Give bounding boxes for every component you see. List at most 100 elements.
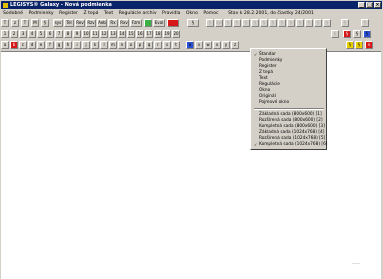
toolbar3-red-button[interactable]: b xyxy=(10,41,18,49)
toolbar3-button-14[interactable]: n xyxy=(118,41,126,49)
toolbar1-button-10[interactable]: Aeb xyxy=(97,19,107,27)
minimize-button[interactable]: _ xyxy=(358,2,365,8)
menu-z-tepa[interactable]: Z tepá xyxy=(83,11,98,16)
toolbar3-button-6[interactable]: f xyxy=(46,41,54,49)
toolbar3-button-5[interactable]: e xyxy=(37,41,45,49)
toolbar3-button-10[interactable]: j xyxy=(82,41,90,49)
toolbar1-button-23[interactable]: § xyxy=(269,19,277,27)
toolbar2-button-7[interactable]: 7 xyxy=(55,30,63,38)
toolbar3-button-4[interactable]: d xyxy=(28,41,36,49)
menu-podmienky[interactable]: Podmienky xyxy=(29,11,54,16)
menu-regulacie-archiv[interactable]: Regulácie archiv xyxy=(119,11,157,16)
toolbar2-button-15[interactable]: 15 xyxy=(127,30,135,38)
toolbar2-button-18[interactable]: 18 xyxy=(154,30,162,38)
toolbar2-button-5[interactable]: 5 xyxy=(37,30,45,38)
toolbar1-button-31[interactable]: § xyxy=(361,19,369,27)
toolbar1-button-18[interactable]: § xyxy=(224,19,232,27)
toolbar1-button-24[interactable]: § xyxy=(278,19,286,27)
toolbar1-button-7[interactable]: Tel xyxy=(64,19,74,27)
menu-okno[interactable]: Okno xyxy=(186,11,198,16)
red-highlight-button[interactable] xyxy=(167,19,179,27)
toolbar1-button-8[interactable]: Rev xyxy=(75,19,85,27)
close-button[interactable]: × xyxy=(374,2,381,8)
toolbar2-button-14[interactable]: 14 xyxy=(118,30,126,38)
toolbar1-button-21[interactable]: § xyxy=(251,19,259,27)
toolbar1-button-13[interactable]: Fzm xyxy=(130,19,142,27)
toolbar1-button-6[interactable]: sys xyxy=(53,19,63,27)
toolbar1-button-3[interactable]: T xyxy=(21,19,29,27)
toolbar2-blue-button[interactable]: § xyxy=(363,30,371,38)
toolbar2-button-1[interactable]: 1 xyxy=(1,30,9,38)
menu-sodobne[interactable]: Sodobné xyxy=(3,11,23,16)
toolbar2-red-button[interactable]: § xyxy=(343,30,351,38)
menu-item-kompletna-1024[interactable]: Kompletná sada (1024x768) [6] xyxy=(259,142,327,148)
toolbar1-button-1[interactable]: T xyxy=(1,19,9,27)
toolbar3-button-1[interactable]: a xyxy=(1,41,9,49)
toolbar3-button-7[interactable]: g xyxy=(55,41,63,49)
toolbar1-button-5[interactable]: § xyxy=(41,19,49,27)
toolbar3-button-9[interactable]: i xyxy=(73,41,81,49)
toolbar1-button-28[interactable]: § xyxy=(314,19,322,27)
toolbar2-button-20[interactable]: 20 xyxy=(172,30,180,38)
toolbar3-blue-button[interactable]: u xyxy=(186,41,194,49)
toolbar3-button-13[interactable]: m xyxy=(109,41,117,49)
toolbar3-button-26[interactable]: z xyxy=(231,41,239,49)
toolbar1-button-2[interactable]: z xyxy=(11,19,19,27)
toolbar3-close-button[interactable]: × xyxy=(365,41,373,49)
green-check-button[interactable] xyxy=(144,19,152,27)
toolbar1-button-14[interactable]: Eval xyxy=(153,19,165,27)
menu-register[interactable]: Register xyxy=(59,11,78,16)
toolbar1-button-22[interactable]: § xyxy=(260,19,268,27)
toolbar1-button-19[interactable]: § xyxy=(233,19,241,27)
toolbar2-button-8[interactable]: 8 xyxy=(64,30,72,38)
toolbar1-button-17[interactable]: sync xyxy=(215,19,223,27)
toolbar2-button-16[interactable]: 16 xyxy=(136,30,144,38)
toolbar1-button-11[interactable]: Rx xyxy=(108,19,118,27)
toolbar2-button-3[interactable]: 3 xyxy=(19,30,27,38)
toolbar3-button-8[interactable]: h xyxy=(64,41,72,49)
toolbar3-button-16[interactable]: p xyxy=(136,41,144,49)
toolbar2-button-12[interactable]: 12 xyxy=(100,30,108,38)
toolbar2-button-13[interactable]: 13 xyxy=(109,30,117,38)
toolbar1-button-12[interactable]: Rxv xyxy=(119,19,129,27)
toolbar1-button-29[interactable]: § xyxy=(323,19,331,27)
toolbar1-button-30[interactable]: § xyxy=(341,19,349,27)
toolbar2-button-19[interactable]: 19 xyxy=(163,30,171,38)
toolbar1-button-27[interactable]: § xyxy=(305,19,313,27)
toolbar3-button-11[interactable]: k xyxy=(91,41,99,49)
toolbar3-button-20[interactable]: t xyxy=(172,41,180,49)
toolbar2-button-10[interactable]: 10 xyxy=(82,30,90,38)
toolbar1-button-15[interactable]: § xyxy=(187,19,199,27)
toolbar3-button-15[interactable]: o xyxy=(127,41,135,49)
menu-pomoc[interactable]: Pomoc xyxy=(203,11,218,16)
toolbar3-button-12[interactable]: l xyxy=(100,41,108,49)
toolbar1-button-26[interactable]: § xyxy=(296,19,304,27)
toolbar2-button-4[interactable]: 4 xyxy=(28,30,36,38)
toolbar1-button-16[interactable]: § xyxy=(206,19,214,27)
toolbar3-button-19[interactable]: s xyxy=(163,41,171,49)
toolbar3-yellow-button-2[interactable]: § xyxy=(355,41,363,49)
toolbar3-button-18[interactable]: r xyxy=(154,41,162,49)
toolbar3-button-24[interactable]: x xyxy=(213,41,221,49)
toolbar3-yellow-button[interactable]: § xyxy=(346,41,354,49)
menu-item-pojmove-okno[interactable]: Pojmové okno xyxy=(259,100,289,106)
toolbar3-button-25[interactable]: y xyxy=(222,41,230,49)
toolbar3-button-23[interactable]: w xyxy=(204,41,212,49)
maximize-button[interactable]: □ xyxy=(366,2,373,8)
toolbar3-button-17[interactable]: q xyxy=(145,41,153,49)
toolbar1-button-25[interactable]: § xyxy=(287,19,295,27)
menu-text[interactable]: Text xyxy=(104,11,113,16)
toolbar2-button-6[interactable]: 6 xyxy=(46,30,54,38)
toolbar2-button-17[interactable]: 17 xyxy=(145,30,153,38)
toolbar1-button-9[interactable]: Rzv xyxy=(86,19,96,27)
toolbar3-button-22[interactable]: v xyxy=(195,41,203,49)
toolbar2-button-9[interactable]: 9 xyxy=(73,30,81,38)
toolbar2-button-23[interactable]: § xyxy=(353,30,361,38)
menu-pravidla[interactable]: Pravídla xyxy=(162,11,180,16)
toolbar2-button-11[interactable]: 11 xyxy=(91,30,99,38)
toolbar1-button-20[interactable]: § xyxy=(242,19,250,27)
toolbar2-button-2[interactable]: 2 xyxy=(10,30,18,38)
toolbar1-button-4[interactable]: M xyxy=(31,19,39,27)
toolbar2-button-21[interactable]: § xyxy=(331,30,339,38)
toolbar3-button-3[interactable]: c xyxy=(19,41,27,49)
